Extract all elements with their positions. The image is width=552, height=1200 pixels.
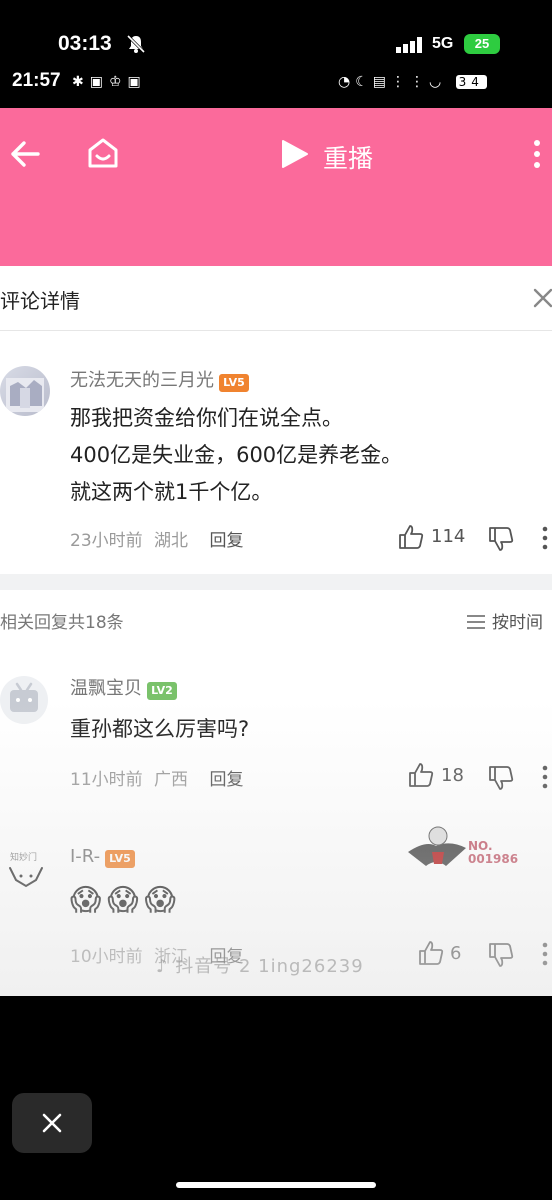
comment-more-icon[interactable] <box>540 764 550 790</box>
level-badge: LV2 <box>147 682 177 700</box>
decoration-badge-icon <box>408 826 466 866</box>
reply-emojis: 😱😱😱 <box>70 883 182 918</box>
close-icon <box>42 1113 62 1133</box>
avatar-illustration-icon <box>6 378 44 412</box>
sort-button[interactable]: 按时间 <box>466 608 543 633</box>
like-count: 18 <box>441 765 464 786</box>
sort-icon <box>467 615 485 629</box>
status-time: 03:13 <box>58 32 112 55</box>
level-badge: LV5 <box>105 850 135 868</box>
thumbs-up-icon[interactable] <box>418 940 444 966</box>
cartoon-avatar-icon <box>9 867 43 888</box>
comment-time: 11小时前 <box>70 770 143 790</box>
comment-more-icon[interactable] <box>540 941 550 967</box>
comment-location: 广西 <box>154 770 189 790</box>
notification-icons: ✱▣♔▣ <box>72 74 147 90</box>
thumbs-up-icon[interactable] <box>408 762 434 788</box>
reply-author-row: I-R- LV5 <box>70 846 135 868</box>
comment-line: 400亿是失业金，600亿是养老金。 <box>70 443 403 467</box>
comment-body: 那我把资金给你们在说全点。 400亿是失业金，600亿是养老金。 就这两个就1千… <box>70 400 540 511</box>
close-button[interactable] <box>12 1093 92 1153</box>
fan-badge-number: NO. 001986 <box>468 839 519 866</box>
section-divider <box>0 574 552 590</box>
comment-line: 就这两个就1千个亿。 <box>70 480 273 504</box>
reply-author-row: 温飘宝贝 LV2 <box>70 674 177 700</box>
comment-time: 10小时前 <box>70 947 143 967</box>
avatar[interactable] <box>0 366 50 416</box>
thumbs-down-icon[interactable] <box>488 942 514 968</box>
home-tv-icon[interactable] <box>86 136 120 170</box>
bilibili-tv-icon <box>10 682 38 712</box>
thumbs-up-icon[interactable] <box>398 524 424 550</box>
more-vertical-icon[interactable] <box>532 138 542 170</box>
video-header <box>0 108 552 266</box>
battery-indicator: 25 <box>464 34 500 54</box>
username[interactable]: 温飘宝贝 <box>70 678 142 699</box>
bell-muted-icon <box>126 34 146 54</box>
comment-time: 23小时前 <box>70 531 143 551</box>
comment-author-row: 无法无天的三月光 LV5 <box>70 366 249 392</box>
thumbs-down-icon[interactable] <box>488 765 514 791</box>
replay-button[interactable]: 重播 <box>323 139 373 175</box>
comment-line: 那我把资金给你们在说全点。 <box>70 406 343 430</box>
close-icon[interactable] <box>532 287 552 309</box>
level-badge: LV5 <box>219 374 249 392</box>
like-count: 6 <box>450 943 462 964</box>
avatar[interactable] <box>0 676 48 724</box>
inner-status-bar: 21:57 ✱▣♔▣ ◔☾▤⋮⋮◡ 34 <box>0 70 552 108</box>
signal-icon <box>396 37 422 53</box>
page-title: 评论详情 <box>0 289 80 313</box>
inner-status-time: 21:57 <box>12 70 61 91</box>
related-replies-count: 相关回复共18条 <box>0 613 124 633</box>
home-indicator[interactable] <box>176 1182 376 1188</box>
sort-label: 按时间 <box>492 613 543 633</box>
back-arrow-icon[interactable] <box>10 140 40 168</box>
thumbs-down-icon[interactable] <box>488 526 514 552</box>
username[interactable]: 无法无天的三月光 <box>70 370 214 391</box>
watermark-text: 抖音号 2 1ing26239 <box>175 956 364 977</box>
douyin-logo-icon: ♪ <box>156 956 169 977</box>
reply-button[interactable]: 回复 <box>209 770 243 790</box>
comment-more-icon[interactable] <box>540 525 550 551</box>
reply-text: 重孙都这么厉害吗? <box>70 717 250 741</box>
comment-meta: 23小时前 湖北 回复 <box>70 526 243 551</box>
inner-battery: 34 <box>455 75 487 89</box>
comment-detail-header <box>0 266 552 331</box>
like-count: 114 <box>431 526 466 547</box>
system-icons: ◔☾▤⋮⋮◡ 34 <box>338 74 487 90</box>
comment-location: 湖北 <box>154 531 189 551</box>
watermark: ♪ 抖音号 2 1ing26239 <box>156 952 364 978</box>
reply-meta: 11小时前 广西 回复 <box>70 765 243 790</box>
avatar[interactable]: 知妙门 <box>2 850 50 898</box>
play-icon[interactable] <box>280 138 310 170</box>
username[interactable]: I-R- <box>70 846 100 867</box>
network-type: 5G <box>432 35 454 52</box>
reply-button[interactable]: 回复 <box>209 531 243 551</box>
status-bar: 03:13 5G 25 <box>0 0 552 76</box>
